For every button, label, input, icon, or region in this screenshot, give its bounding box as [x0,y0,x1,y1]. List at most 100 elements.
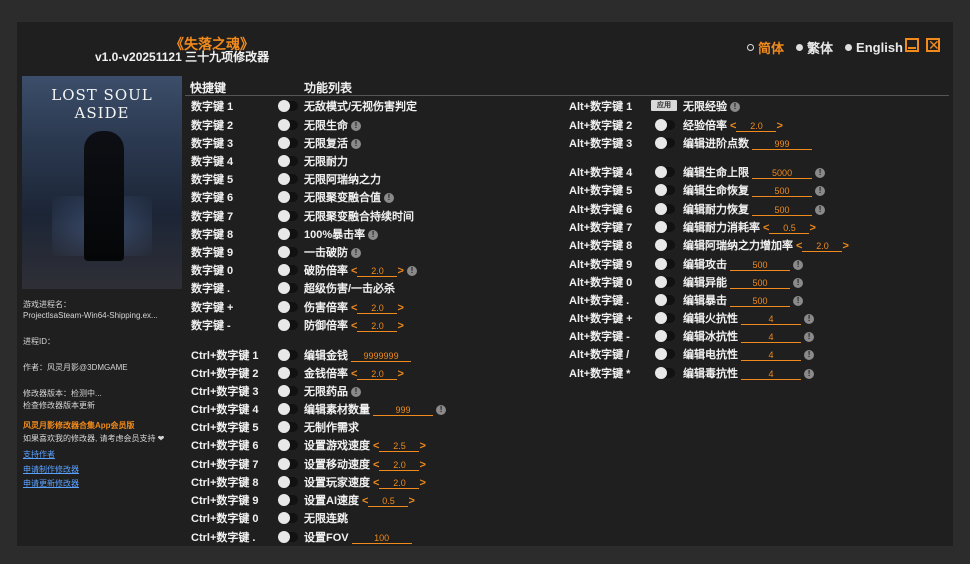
value-input[interactable]: 5000 [752,168,813,179]
value-input[interactable]: 0.5 [769,223,810,234]
decrease-arrow-icon[interactable]: < [348,320,357,332]
increase-arrow-icon[interactable]: > [419,477,425,489]
toggle-switch[interactable] [278,228,298,240]
increase-arrow-icon[interactable]: > [397,302,403,314]
toggle-switch[interactable] [278,458,298,470]
toggle-switch[interactable] [655,203,675,215]
toggle-switch[interactable] [278,403,298,415]
decrease-arrow-icon[interactable]: < [370,440,379,452]
value-input[interactable]: 4 [741,332,802,343]
toggle-switch[interactable] [278,531,298,543]
toggle-switch[interactable] [655,294,675,306]
toggle-switch[interactable] [278,301,298,313]
toggle-switch[interactable] [278,385,298,397]
value-input[interactable]: 2.0 [379,460,420,471]
decrease-arrow-icon[interactable]: < [359,495,368,507]
toggle-switch[interactable] [278,349,298,361]
toggle-switch[interactable] [278,210,298,222]
increase-arrow-icon[interactable]: > [842,240,848,252]
toggle-switch[interactable] [655,119,675,131]
value-input[interactable]: 4 [741,369,802,380]
decrease-arrow-icon[interactable]: < [760,222,769,234]
value-input[interactable]: 500 [730,278,791,289]
feature-row: 数字键 - 防御倍率 <2.0 > [191,316,571,334]
feature-label: 编辑耐力消耗率 [683,222,760,234]
toggle-switch[interactable] [655,348,675,360]
decrease-arrow-icon[interactable]: < [348,302,357,314]
promo-label[interactable]: 风灵月影修改器合集App会员版 [23,420,135,431]
toggle-switch[interactable] [655,137,675,149]
increase-arrow-icon[interactable]: > [397,320,403,332]
value-input[interactable]: 999 [752,139,813,150]
toggle-switch[interactable] [655,184,675,196]
toggle-switch[interactable] [278,264,298,276]
increase-arrow-icon[interactable]: > [776,120,782,132]
hotkey-label: Ctrl+数字键 . [191,532,256,544]
value-input[interactable]: 9999999 [351,351,412,362]
increase-arrow-icon[interactable]: > [408,495,414,507]
lang-traditional[interactable]: 繁体 [796,38,833,57]
minimize-button[interactable] [905,38,919,52]
value-input[interactable]: 2.0 [736,121,777,132]
value-input[interactable]: 2.5 [379,441,420,452]
value-input[interactable]: 2.0 [357,266,398,277]
toggle-switch[interactable] [278,476,298,488]
toggle-switch[interactable] [278,282,298,294]
decrease-arrow-icon[interactable]: < [370,459,379,471]
toggle-switch[interactable] [278,119,298,131]
value-input[interactable]: 2.0 [357,321,398,332]
lang-simplified[interactable]: 简体 [747,38,784,57]
increase-arrow-icon[interactable]: > [419,440,425,452]
value-input[interactable]: 0.5 [368,496,409,507]
toggle-switch[interactable] [278,512,298,524]
toggle-switch[interactable] [278,173,298,185]
support-author-link[interactable]: 支持作者 [23,449,55,460]
request-update-link[interactable]: 申请更新修改器 [23,478,79,489]
toggle-switch[interactable] [278,100,298,112]
value-input[interactable]: 500 [752,186,813,197]
decrease-arrow-icon[interactable]: < [727,120,736,132]
close-button[interactable]: ✕ [926,38,940,52]
value-input[interactable]: 2.0 [357,303,398,314]
toggle-switch[interactable] [278,367,298,379]
decrease-arrow-icon[interactable]: < [348,368,357,380]
toggle-switch[interactable] [655,221,675,233]
apply-button[interactable]: 应用 [651,100,677,111]
toggle-switch[interactable] [278,494,298,506]
toggle-switch[interactable] [278,439,298,451]
value-input[interactable]: 2.0 [357,369,398,380]
value-input[interactable]: 500 [730,296,791,307]
hotkey-label: Alt+数字键 1 [569,101,633,113]
toggle-switch[interactable] [278,191,298,203]
value-input[interactable]: 2.0 [802,241,843,252]
toggle-switch[interactable] [278,246,298,258]
toggle-switch[interactable] [278,137,298,149]
value-input[interactable]: 4 [741,314,802,325]
increase-arrow-icon[interactable]: > [397,368,403,380]
increase-arrow-icon[interactable]: > [397,265,403,277]
toggle-switch[interactable] [655,330,675,342]
toggle-switch[interactable] [655,239,675,251]
value-input[interactable]: 500 [730,260,791,271]
value-input[interactable]: 100 [351,533,412,544]
value-input[interactable]: 4 [741,350,802,361]
value-input[interactable]: 999 [373,405,434,416]
toggle-switch[interactable] [655,166,675,178]
increase-arrow-icon[interactable]: > [419,459,425,471]
toggle-switch[interactable] [655,258,675,270]
increase-arrow-icon[interactable]: > [809,222,815,234]
check-update-link[interactable]: 检查修改器版本更新 [23,400,95,411]
toggle-switch[interactable] [278,155,298,167]
toggle-switch[interactable] [655,367,675,379]
lang-english[interactable]: English [845,38,903,57]
toggle-switch[interactable] [278,319,298,331]
toggle-switch[interactable] [278,421,298,433]
value-input[interactable]: 500 [752,205,813,216]
value-input[interactable]: 2.0 [379,478,420,489]
toggle-switch[interactable] [655,312,675,324]
decrease-arrow-icon[interactable]: < [793,240,802,252]
decrease-arrow-icon[interactable]: < [370,477,379,489]
request-trainer-link[interactable]: 申请制作修改器 [23,464,79,475]
toggle-switch[interactable] [655,276,675,288]
decrease-arrow-icon[interactable]: < [348,265,357,277]
